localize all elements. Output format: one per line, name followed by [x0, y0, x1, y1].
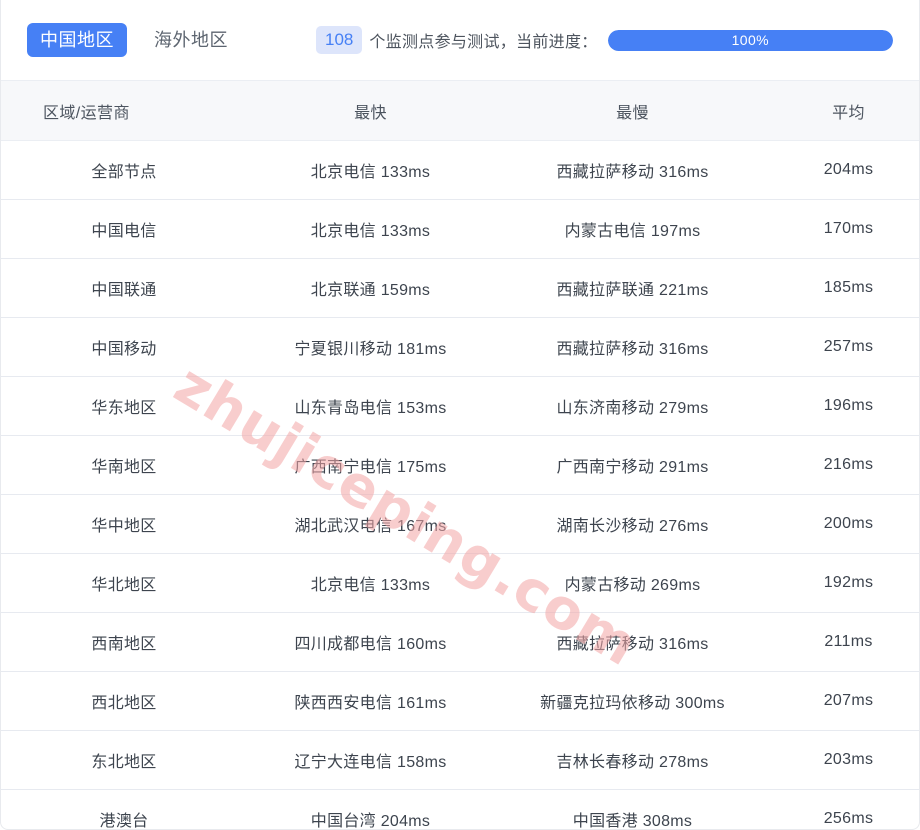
- cell-region: 全部节点: [1, 140, 247, 200]
- cell-fastest: 广西南宁电信 175ms: [247, 435, 494, 495]
- column-header-average[interactable]: 平均: [771, 80, 919, 141]
- cell-fastest: 北京电信 133ms: [247, 553, 494, 613]
- cell-slowest: 西藏拉萨移动 316ms: [494, 317, 771, 377]
- cell-region: 中国移动: [1, 317, 247, 377]
- table-row: 华中地区 湖北武汉电信 167ms 湖南长沙移动 276ms 200ms: [1, 494, 919, 554]
- table-row: 华北地区 北京电信 133ms 内蒙古移动 269ms 192ms: [1, 553, 919, 613]
- ping-test-results-panel: 中国地区 海外地区 108 个监测点参与测试，当前进度： 100% 区域/运营商…: [0, 0, 920, 830]
- cell-average: 192ms: [771, 553, 919, 613]
- test-progress-bar: 100%: [607, 29, 893, 51]
- cell-average: 200ms: [771, 494, 919, 554]
- table-row: 中国电信 北京电信 133ms 内蒙古电信 197ms 170ms: [1, 199, 919, 259]
- column-header-slowest[interactable]: 最慢: [494, 80, 771, 141]
- cell-slowest: 内蒙古电信 197ms: [494, 199, 771, 259]
- cell-slowest: 吉林长春移动 278ms: [494, 730, 771, 790]
- cell-fastest: 辽宁大连电信 158ms: [247, 730, 494, 790]
- progress-description-label: 个监测点参与测试，当前进度：: [369, 34, 598, 51]
- cell-region: 中国联通: [1, 258, 247, 318]
- cell-average: 216ms: [771, 435, 919, 495]
- cell-region: 西北地区: [1, 671, 247, 731]
- cell-slowest: 西藏拉萨移动 316ms: [494, 140, 771, 200]
- table-row: 西南地区 四川成都电信 160ms 西藏拉萨移动 316ms 211ms: [1, 612, 919, 672]
- cell-slowest: 湖南长沙移动 276ms: [494, 494, 771, 554]
- cell-slowest: 西藏拉萨移动 316ms: [494, 612, 771, 672]
- results-table-wrapper: 区域/运营商 最快 最慢 平均 全部节点 北京电信 133ms 西藏拉萨移动 316…: [1, 80, 919, 830]
- toolbar: 中国地区 海外地区 108 个监测点参与测试，当前进度： 100%: [1, 0, 919, 80]
- tab-china-region-label: 中国地区: [40, 30, 114, 50]
- cell-average: 207ms: [771, 671, 919, 731]
- cell-average: 196ms: [771, 376, 919, 436]
- cell-average: 203ms: [771, 730, 919, 790]
- tab-overseas-region-label: 海外地区: [154, 30, 228, 50]
- cell-region: 华南地区: [1, 435, 247, 495]
- cell-region: 东北地区: [1, 730, 247, 790]
- cell-average: 257ms: [771, 317, 919, 377]
- tab-china-region[interactable]: 中国地区: [27, 23, 127, 57]
- cell-slowest: 新疆克拉玛依移动 300ms: [494, 671, 771, 731]
- cell-average: 256ms: [823, 810, 874, 827]
- cell-slowest: 中国香港 308ms: [572, 813, 693, 830]
- table-body: 全部节点 北京电信 133ms 西藏拉萨移动 316ms 204ms 中国电信 北京电信 …: [1, 140, 919, 830]
- cell-region: 华中地区: [1, 494, 247, 554]
- cell-fastest: 宁夏银川移动 181ms: [247, 317, 494, 377]
- cell-slowest: 西藏拉萨联通 221ms: [494, 258, 771, 318]
- table-row: 全部节点 北京电信 133ms 西藏拉萨移动 316ms 204ms: [1, 140, 919, 200]
- cell-average: 185ms: [771, 258, 919, 318]
- table-row: 华南地区 广西南宁电信 175ms 广西南宁移动 291ms 216ms: [1, 435, 919, 495]
- cell-region: 中国电信: [1, 199, 247, 259]
- cell-average: 204ms: [771, 140, 919, 200]
- table-row: 西北地区 陕西西安电信 161ms 新疆克拉玛依移动 300ms 207ms: [1, 671, 919, 731]
- cell-fastest: 山东青岛电信 153ms: [247, 376, 494, 436]
- table-row: 东北地区 辽宁大连电信 158ms 吉林长春移动 278ms 203ms: [1, 730, 919, 790]
- cell-fastest: 北京电信 133ms: [247, 199, 494, 259]
- test-progress-fill: 100%: [607, 29, 893, 51]
- cell-fastest: 陕西西安电信 161ms: [247, 671, 494, 731]
- ping-results-table: 区域/运营商 最快 最慢 平均 全部节点 北京电信 133ms 西藏拉萨移动 316…: [1, 80, 919, 830]
- cell-slowest: 山东济南移动 279ms: [494, 376, 771, 436]
- cell-fastest: 北京电信 133ms: [247, 140, 494, 200]
- cell-region: 西南地区: [1, 612, 247, 672]
- monitor-node-count-badge: 108: [316, 26, 363, 54]
- test-progress-value: 100%: [731, 32, 769, 48]
- tab-overseas-region[interactable]: 海外地区: [141, 23, 241, 57]
- cell-fastest: 中国台湾 204ms: [310, 813, 431, 830]
- cell-fastest: 北京联通 159ms: [247, 258, 494, 318]
- cell-average: 170ms: [771, 199, 919, 259]
- cell-slowest: 广西南宁移动 291ms: [494, 435, 771, 495]
- cell-region: 港澳台: [99, 813, 149, 830]
- table-row: 中国移动 宁夏银川移动 181ms 西藏拉萨移动 316ms 257ms: [1, 317, 919, 377]
- progress-status-area: 108 个监测点参与测试，当前进度： 100%: [316, 26, 893, 54]
- cell-region: 华北地区: [1, 553, 247, 613]
- cell-average: 211ms: [771, 612, 919, 672]
- table-header-row: 区域/运营商 最快 最慢 平均: [1, 80, 919, 141]
- column-header-fastest[interactable]: 最快: [247, 80, 494, 141]
- column-header-region[interactable]: 区域/运营商: [1, 80, 247, 141]
- region-tab-group: 中国地区 海外地区: [27, 23, 241, 57]
- cell-fastest: 四川成都电信 160ms: [247, 612, 494, 672]
- table-row: 华东地区 山东青岛电信 153ms 山东济南移动 279ms 196ms: [1, 376, 919, 436]
- table-row: 中国联通 北京联通 159ms 西藏拉萨联通 221ms 185ms: [1, 258, 919, 318]
- table-header: 区域/运营商 最快 最慢 平均: [1, 80, 919, 141]
- cell-fastest: 湖北武汉电信 167ms: [247, 494, 494, 554]
- cell-slowest: 内蒙古移动 269ms: [494, 553, 771, 613]
- cell-region: 华东地区: [1, 376, 247, 436]
- table-row: 港澳台 中国台湾 204ms 中国香港 308ms 256ms: [1, 790, 919, 830]
